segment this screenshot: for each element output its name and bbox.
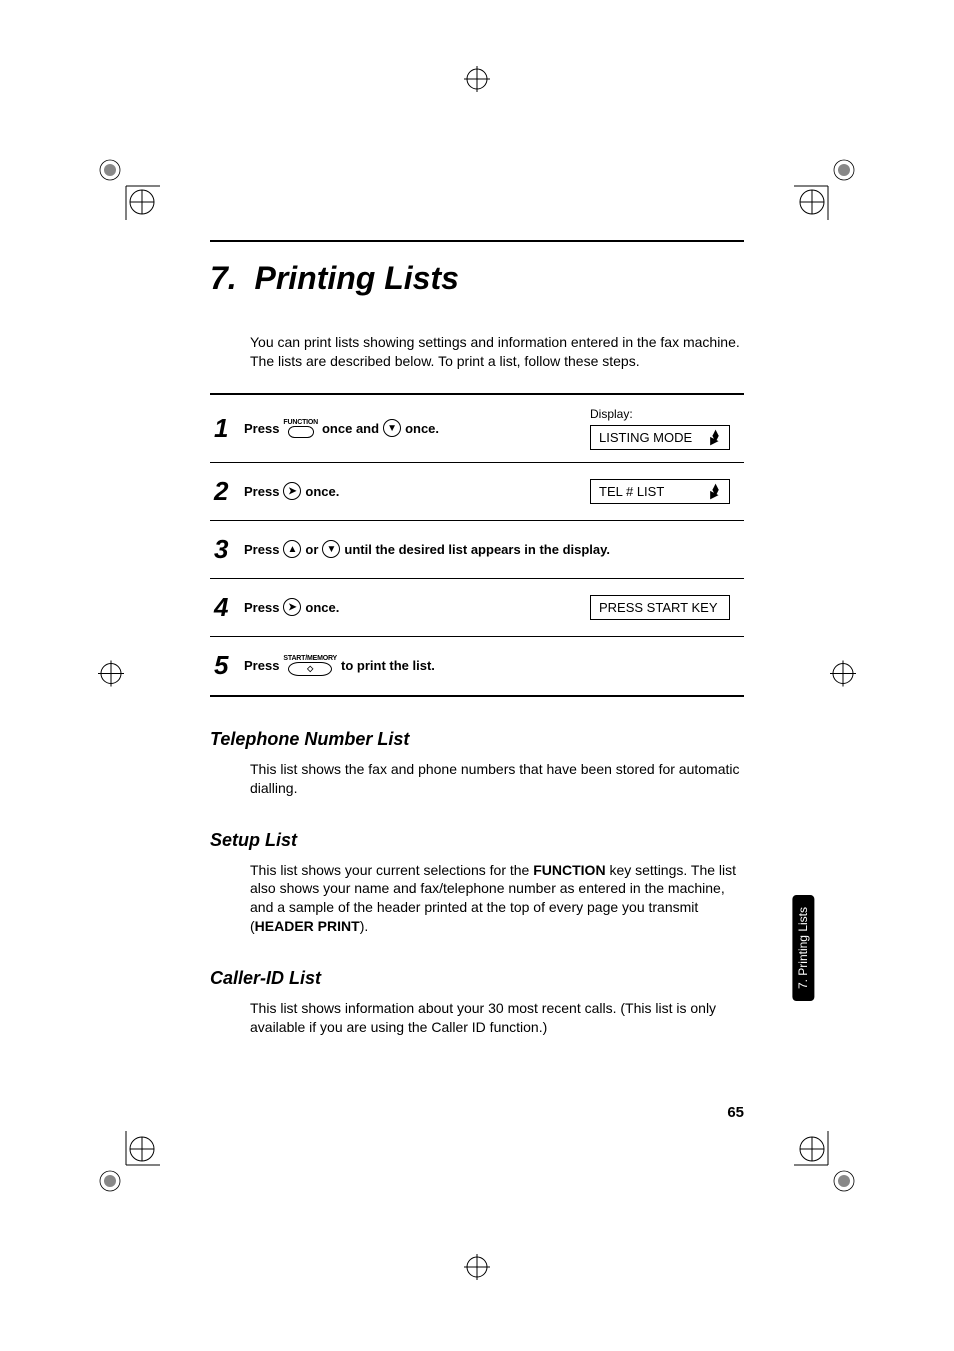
step-number: 2 [214, 476, 244, 507]
section-heading: Setup List [210, 830, 744, 851]
step-row: 4 Press ➤ once. PRESS START KEY [210, 579, 744, 637]
oval-button-icon [288, 426, 314, 438]
lcd-display: TEL # LIST ▲▼▶ [590, 479, 730, 504]
step-number: 1 [214, 413, 244, 444]
section-body: This list shows the fax and phone number… [250, 760, 744, 798]
function-button-icon: FUNCTION [283, 419, 318, 438]
up-arrow-button-icon: ▲ [283, 540, 301, 558]
crosshair-left-icon [96, 658, 126, 693]
crosshair-bottom-icon [462, 1252, 492, 1287]
crosshair-top-icon [462, 64, 492, 99]
display-column: TEL # LIST ▲▼▶ [590, 479, 740, 504]
up-down-arrows-icon: ▲▼▶ [710, 430, 721, 444]
button-label: START/MEMORY [283, 655, 337, 662]
chapter-number: 7. [210, 260, 237, 296]
page-content: 7. Printing Lists You can print lists sh… [210, 240, 744, 1111]
crop-mark-bottom-left [90, 1131, 160, 1201]
text: This list shows your current selections … [250, 862, 533, 878]
section-body: This list shows your current selections … [250, 861, 744, 937]
chapter-name: Printing Lists [254, 260, 458, 296]
step-text-post: once. [405, 421, 439, 436]
chapter-title: 7. Printing Lists [210, 260, 744, 297]
section-heading: Caller-ID List [210, 968, 744, 989]
step-text-pre: Press [244, 421, 279, 436]
lcd-text: TEL # LIST [599, 484, 664, 499]
step-text-post: to print the list. [341, 658, 435, 673]
step-text-pre: Press [244, 658, 279, 673]
bold-text: HEADER PRINT [255, 918, 360, 934]
header-rule [210, 240, 744, 242]
lcd-display: PRESS START KEY [590, 595, 730, 620]
step-row: 1 Press FUNCTION once and ▼ once. Displa… [210, 395, 744, 463]
step-number: 5 [214, 650, 244, 681]
bold-text: FUNCTION [533, 862, 605, 878]
down-arrow-button-icon: ▼ [322, 540, 340, 558]
right-arrow-button-icon: ➤ [283, 598, 301, 616]
step-text-pre: Press [244, 600, 279, 615]
step-row: 2 Press ➤ once. TEL # LIST ▲▼▶ [210, 463, 744, 521]
step-text-post: until the desired list appears in the di… [344, 542, 610, 557]
step-instruction: Press FUNCTION once and ▼ once. [244, 419, 590, 438]
crop-mark-bottom-right [794, 1131, 864, 1201]
step-text-post: once. [305, 484, 339, 499]
page-number: 65 [727, 1104, 744, 1121]
crop-mark-top-right [794, 150, 864, 220]
crop-mark-top-left [90, 150, 160, 220]
chapter-tab: 7. Printing Lists [792, 895, 814, 1001]
step-row: 5 Press START/MEMORY ◇ to print the list… [210, 637, 744, 695]
start-memory-button-icon: START/MEMORY ◇ [283, 655, 337, 676]
up-down-arrows-icon: ▲▼▶ [710, 484, 721, 498]
step-text-post: once. [305, 600, 339, 615]
step-text-pre: Press [244, 542, 279, 557]
step-row: 3 Press ▲ or ▼ until the desired list ap… [210, 521, 744, 579]
step-text-mid: or [305, 542, 318, 557]
section-body: This list shows information about your 3… [250, 999, 744, 1037]
display-label: Display: [590, 407, 633, 421]
button-label: FUNCTION [283, 419, 318, 426]
steps-table: 1 Press FUNCTION once and ▼ once. Displa… [210, 393, 744, 697]
step-instruction: Press START/MEMORY ◇ to print the list. [244, 655, 740, 676]
step-text-pre: Press [244, 484, 279, 499]
section-heading: Telephone Number List [210, 729, 744, 750]
down-arrow-button-icon: ▼ [383, 419, 401, 437]
oval-button-icon: ◇ [288, 662, 332, 676]
lcd-text: PRESS START KEY [599, 600, 718, 615]
step-number: 4 [214, 592, 244, 623]
crosshair-right-icon [828, 658, 858, 693]
step-instruction: Press ➤ once. [244, 598, 590, 616]
step-number: 3 [214, 534, 244, 565]
step-instruction: Press ▲ or ▼ until the desired list appe… [244, 540, 740, 558]
display-column: Display: LISTING MODE ▲▼▶ [590, 407, 740, 450]
lcd-display: LISTING MODE ▲▼▶ [590, 425, 730, 450]
step-text-mid: once and [322, 421, 379, 436]
intro-paragraph: You can print lists showing settings and… [250, 333, 744, 371]
right-arrow-button-icon: ➤ [283, 482, 301, 500]
step-instruction: Press ➤ once. [244, 482, 590, 500]
text: ). [360, 918, 369, 934]
lcd-text: LISTING MODE [599, 430, 692, 445]
display-column: PRESS START KEY [590, 595, 740, 620]
